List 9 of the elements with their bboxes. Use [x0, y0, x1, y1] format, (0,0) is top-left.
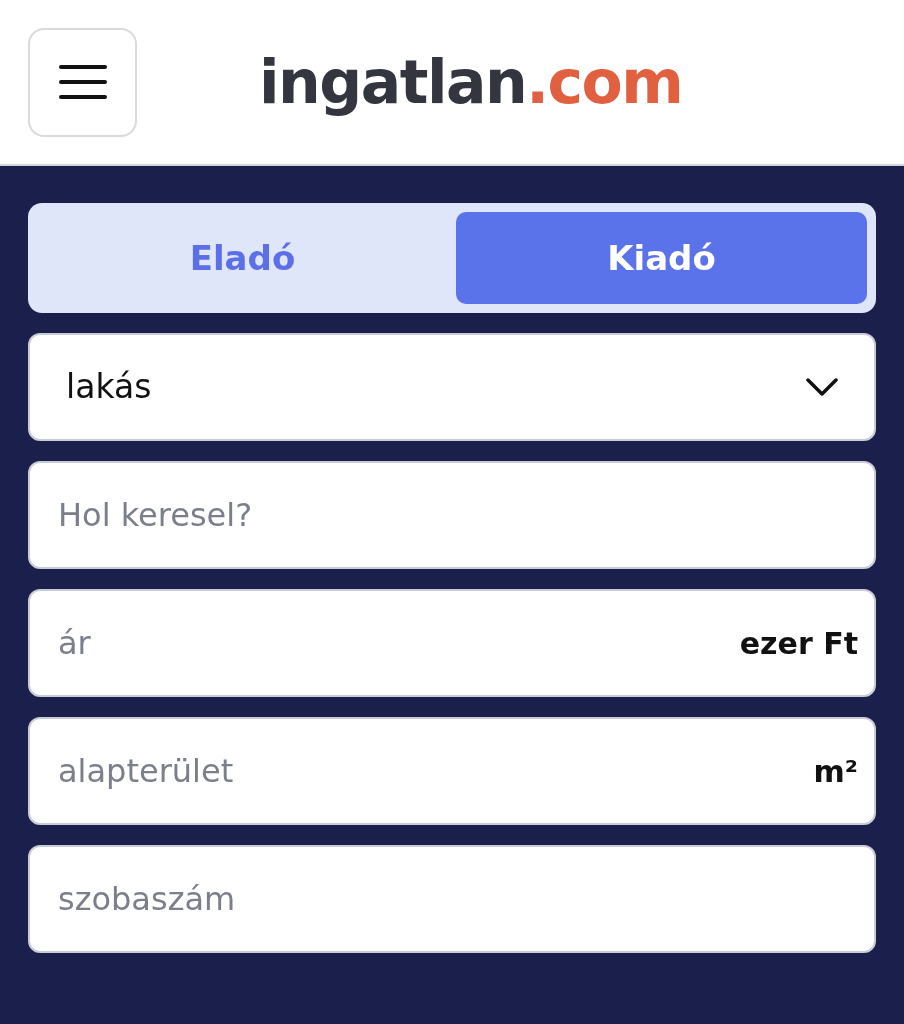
menu-icon — [58, 65, 107, 99]
unit-label: ezer Ft — [739, 624, 858, 663]
unit-label: m² — [813, 752, 858, 791]
property-type-select[interactable]: lakás — [28, 333, 876, 441]
input-field[interactable]: Hol keresel? — [28, 461, 876, 569]
menu-button[interactable] — [28, 27, 137, 137]
tab[interactable]: Kiadó — [456, 212, 867, 304]
input-field[interactable]: szobaszám — [28, 845, 876, 953]
chevron-down-icon — [806, 378, 838, 396]
